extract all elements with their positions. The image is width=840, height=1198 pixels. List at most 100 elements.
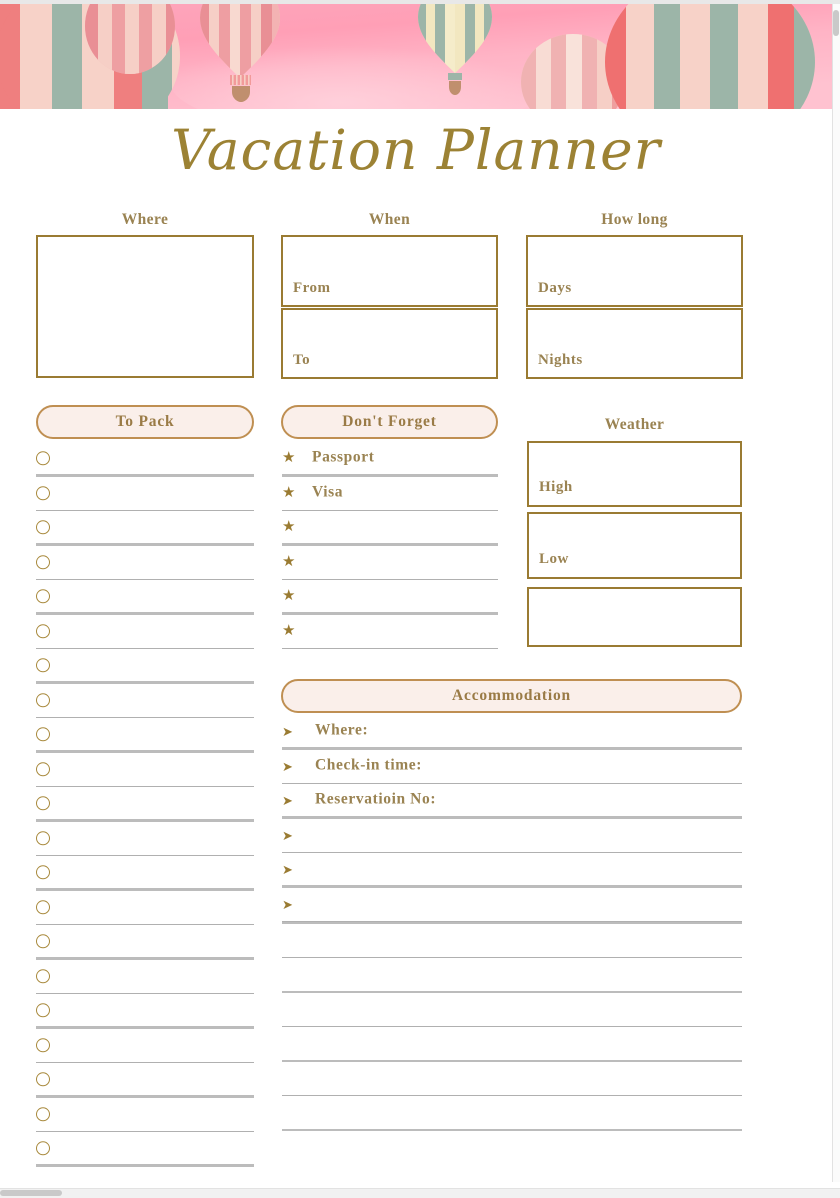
list-item[interactable] bbox=[36, 960, 254, 994]
arrow-flag-icon: ➤ bbox=[282, 862, 293, 878]
circle-checkbox-icon[interactable] bbox=[36, 658, 50, 673]
circle-checkbox-icon[interactable] bbox=[36, 451, 50, 466]
list-item-label: Reservatioin No: bbox=[315, 790, 437, 808]
list-item-label: Where: bbox=[315, 721, 369, 739]
list-item[interactable] bbox=[36, 822, 254, 856]
arrow-flag-icon: ➤ bbox=[282, 896, 293, 912]
when-to-box[interactable]: To bbox=[281, 308, 498, 379]
when-from-box[interactable]: From bbox=[281, 235, 498, 307]
list-item[interactable] bbox=[36, 891, 254, 925]
horizontal-scrollbar[interactable] bbox=[0, 1188, 840, 1198]
list-item[interactable] bbox=[36, 684, 254, 718]
rule-line bbox=[282, 647, 498, 649]
list-item[interactable] bbox=[36, 546, 254, 580]
notes-rule-line[interactable] bbox=[282, 1129, 742, 1132]
list-item-label: Visa bbox=[312, 483, 344, 501]
circle-checkbox-icon[interactable] bbox=[36, 934, 50, 949]
list-item[interactable] bbox=[36, 718, 254, 753]
list-item[interactable] bbox=[36, 442, 254, 477]
vacation-planner-page: Vacation Planner Where When From To How … bbox=[0, 0, 840, 1198]
circle-checkbox-icon[interactable] bbox=[36, 693, 50, 708]
circle-checkbox-icon[interactable] bbox=[36, 969, 50, 984]
list-item[interactable]: ➤ bbox=[282, 853, 742, 888]
circle-checkbox-icon[interactable] bbox=[36, 589, 50, 604]
list-item[interactable] bbox=[36, 856, 254, 891]
list-item[interactable]: ★ bbox=[282, 511, 498, 546]
list-item[interactable]: ➤ bbox=[282, 888, 742, 922]
list-item[interactable] bbox=[36, 787, 254, 822]
circle-checkbox-icon[interactable] bbox=[36, 555, 50, 570]
star-icon: ★ bbox=[282, 519, 296, 535]
star-icon: ★ bbox=[282, 588, 296, 604]
list-item[interactable]: ➤ Where: bbox=[282, 715, 742, 750]
list-item[interactable]: ★ Passport bbox=[282, 442, 498, 477]
list-item[interactable] bbox=[36, 1132, 254, 1167]
circle-checkbox-icon[interactable] bbox=[36, 624, 50, 639]
list-item[interactable] bbox=[36, 994, 254, 1029]
circle-checkbox-icon[interactable] bbox=[36, 1038, 50, 1053]
circle-checkbox-icon[interactable] bbox=[36, 762, 50, 777]
list-item[interactable]: ➤ Check-in time: bbox=[282, 750, 742, 784]
list-item[interactable] bbox=[36, 615, 254, 649]
circle-checkbox-icon[interactable] bbox=[36, 1003, 50, 1018]
how-long-nights-label: Nights bbox=[538, 352, 583, 368]
list-item[interactable] bbox=[36, 1063, 254, 1098]
vertical-scrollbar-thumb[interactable] bbox=[833, 10, 839, 36]
how-long-days-box[interactable]: Days bbox=[526, 235, 743, 307]
list-item[interactable]: ➤ bbox=[282, 819, 742, 853]
list-item[interactable] bbox=[36, 580, 254, 615]
section-label-weather: Weather bbox=[604, 416, 665, 433]
notes-rule-line[interactable] bbox=[282, 1094, 742, 1096]
vertical-scrollbar[interactable] bbox=[832, 4, 840, 1182]
list-item[interactable]: ➤ Reservatioin No: bbox=[282, 784, 742, 819]
star-icon: ★ bbox=[282, 553, 296, 570]
notes-rule-line[interactable] bbox=[282, 956, 742, 958]
how-long-days-label: Days bbox=[538, 280, 572, 296]
notes-rule-line[interactable] bbox=[282, 922, 742, 925]
list-item[interactable]: ★ bbox=[282, 546, 498, 580]
notes-rule-line[interactable] bbox=[282, 1060, 742, 1063]
arrow-flag-icon: ➤ bbox=[282, 724, 293, 740]
circle-checkbox-icon[interactable] bbox=[36, 486, 50, 501]
section-label-where: Where bbox=[121, 211, 169, 228]
notes-rule-line[interactable] bbox=[282, 991, 742, 994]
hot-air-balloons-banner bbox=[0, 4, 832, 109]
list-item[interactable] bbox=[36, 1029, 254, 1063]
circle-checkbox-icon[interactable] bbox=[36, 796, 50, 811]
notes-rule-line[interactable] bbox=[282, 1025, 742, 1027]
section-label-how-long: How long bbox=[601, 211, 668, 228]
list-item[interactable] bbox=[36, 649, 254, 684]
weather-extra-box[interactable] bbox=[527, 587, 742, 647]
horizontal-scrollbar-thumb[interactable] bbox=[0, 1190, 62, 1196]
list-item[interactable]: ★ bbox=[282, 615, 498, 649]
to-pack-header: To Pack bbox=[36, 405, 254, 439]
list-item[interactable] bbox=[36, 477, 254, 511]
how-long-nights-box[interactable]: Nights bbox=[526, 308, 743, 379]
list-item[interactable] bbox=[36, 925, 254, 960]
circle-checkbox-icon[interactable] bbox=[36, 1107, 50, 1122]
arrow-flag-icon: ➤ bbox=[282, 758, 293, 774]
weather-high-box[interactable]: High bbox=[527, 441, 742, 507]
list-item[interactable] bbox=[36, 511, 254, 546]
where-box[interactable] bbox=[36, 235, 254, 378]
circle-checkbox-icon[interactable] bbox=[36, 727, 50, 742]
circle-checkbox-icon[interactable] bbox=[36, 831, 50, 846]
circle-checkbox-icon[interactable] bbox=[36, 865, 50, 880]
list-item[interactable] bbox=[36, 1098, 254, 1132]
rule-line bbox=[36, 1164, 254, 1167]
accommodation-header: Accommodation bbox=[281, 679, 742, 713]
list-item-label: Passport bbox=[312, 448, 375, 466]
circle-checkbox-icon[interactable] bbox=[36, 520, 50, 535]
list-item[interactable] bbox=[36, 753, 254, 787]
circle-checkbox-icon[interactable] bbox=[36, 1141, 50, 1156]
list-item[interactable]: ★ Visa bbox=[282, 477, 498, 511]
star-icon: ★ bbox=[282, 450, 296, 466]
star-icon: ★ bbox=[282, 622, 296, 639]
circle-checkbox-icon[interactable] bbox=[36, 900, 50, 915]
circle-checkbox-icon[interactable] bbox=[36, 1072, 50, 1087]
dont-forget-header: Don't Forget bbox=[281, 405, 498, 439]
section-label-when: When bbox=[368, 211, 411, 228]
weather-low-box[interactable]: Low bbox=[527, 512, 742, 579]
list-item[interactable]: ★ bbox=[282, 580, 498, 615]
arrow-flag-icon: ➤ bbox=[282, 827, 293, 843]
